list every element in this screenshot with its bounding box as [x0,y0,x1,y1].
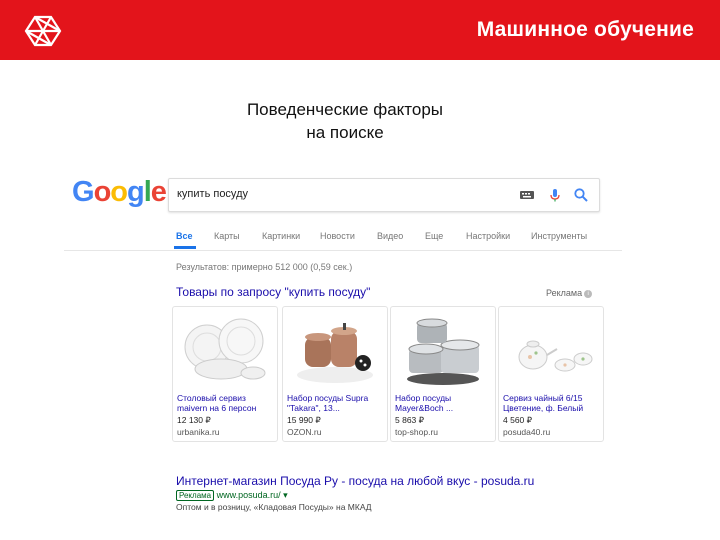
info-icon[interactable]: i [584,289,593,298]
tab-settings[interactable]: Настройки [466,231,510,241]
cookware-set-image [287,311,383,391]
tab-all[interactable]: Все [176,231,193,241]
logo-letter: e [150,176,167,208]
dropdown-arrow-icon[interactable]: ▾ [283,490,288,500]
tab-news[interactable]: Новости [320,231,355,241]
shopping-heading[interactable]: Товары по запросу "купить посуду" [176,285,370,299]
logo-letter: g [127,176,145,208]
product-store: posuda40.ru [503,427,551,437]
google-search-screenshot: Google Все Карты Картинки Новости Видео … [64,166,622,518]
mic-icon[interactable] [547,187,563,203]
result-stats: Результатов: примерно 512 000 (0,59 сек.… [176,262,353,272]
product-card[interactable]: Столовый сервиз maivern на 6 персон 12 1… [172,306,278,442]
product-price: 5 863 ₽ [395,415,425,425]
search-tabs: Все Карты Картинки Новости Видео Еще Нас… [64,224,622,251]
search-input[interactable] [177,185,497,203]
network-logo-icon [24,15,62,47]
subtitle-line-2: на поиске [306,123,384,142]
result-description: Оптом и в розницу, «Кладовая Посуды» на … [176,502,372,512]
product-store: OZON.ru [287,427,322,437]
result-title-link[interactable]: Интернет-магазин Посуда Ру - посуда на л… [176,474,534,488]
logo-letter: l [143,176,152,208]
ad-label: Реклама i [546,288,593,298]
ad-label-text: Реклама [546,288,583,298]
product-price: 15 990 ₽ [287,415,321,425]
product-card[interactable]: Набор посуды Supra "Takara", 13... 15 99… [282,306,388,442]
subtitle-line-1: Поведенческие факторы [246,100,444,119]
slide-header-bar: Машинное обучение [0,0,720,60]
search-icon[interactable] [573,187,589,203]
steel-pots-image [395,311,491,391]
product-name: Набор посуды Mayer&Boch ... [395,393,454,413]
product-name: Набор посуды Supra "Takara", 13... [287,393,369,413]
tab-maps[interactable]: Карты [214,231,240,241]
product-store: top-shop.ru [395,427,438,437]
result-url-text: www.posuda.ru/ [216,490,281,500]
tab-tools[interactable]: Инструменты [531,231,587,241]
product-card[interactable]: Сервиз чайный 6/15 Цветение, ф. Белый 4 … [498,306,604,442]
slide-subtitle: Поведенческие факторы на поиске [0,98,690,144]
product-price: 12 130 ₽ [177,415,211,425]
ad-badge: Реклама [176,490,215,501]
dinner-set-image [177,311,273,391]
tab-video[interactable]: Видео [377,231,403,241]
logo-letter: G [72,176,95,208]
result-url[interactable]: Реклама www.posuda.ru/ ▾ [176,490,288,501]
google-logo[interactable]: Google [72,176,167,209]
logo-letter: o [93,176,112,208]
product-store: urbanika.ru [177,427,220,437]
keyboard-icon[interactable] [519,187,535,203]
product-card[interactable]: Набор посуды Mayer&Boch ... 5 863 ₽ top-… [390,306,496,442]
logo-letter: o [110,176,128,208]
search-box[interactable] [168,178,600,212]
tea-set-image [503,311,599,391]
tab-more[interactable]: Еще [425,231,443,241]
product-name: Столовый сервиз maivern на 6 персон [177,393,257,413]
tab-images[interactable]: Картинки [262,231,300,241]
product-name: Сервиз чайный 6/15 Цветение, ф. Белый [503,393,584,413]
active-tab-indicator [174,246,196,249]
product-price: 4 560 ₽ [503,415,533,425]
slide-title: Машинное обучение [476,18,694,41]
